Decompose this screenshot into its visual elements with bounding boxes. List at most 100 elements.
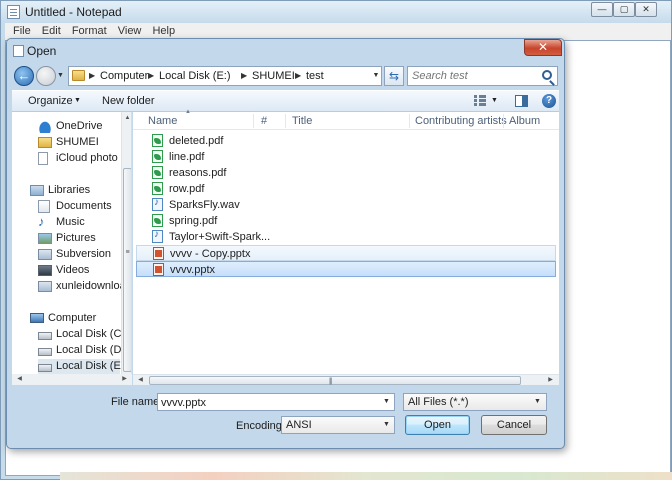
nav-pane-horizontal-scrollbar[interactable]: ◀ ▶ [12, 374, 132, 385]
file-list-horizontal-scrollbar[interactable]: ◀ ||| ▶ [133, 374, 559, 385]
nav-item-local-disk-c[interactable]: Local Disk (C:) [38, 327, 131, 343]
organize-caret-icon[interactable]: ▼ [74, 97, 81, 104]
column-divider[interactable] [503, 114, 504, 128]
sort-ascending-icon: ▲ [185, 109, 191, 115]
breadcrumb-test[interactable]: test [306, 70, 324, 82]
refresh-button[interactable]: ⇆ [384, 66, 404, 86]
documents-icon [38, 200, 50, 213]
file-row[interactable]: line.pdf [136, 149, 556, 165]
nav-item-libraries[interactable]: Libraries [30, 183, 131, 199]
nav-pane-scrollbar[interactable]: ▲ ≡ ▼ [121, 112, 131, 385]
file-row-hovered[interactable]: vvvv - Copy.pptx [136, 245, 556, 261]
file-row-selected[interactable]: vvvv.pptx [136, 261, 556, 277]
nav-item-subversion[interactable]: Subversion [38, 247, 131, 263]
breadcrumb-shumei[interactable]: SHUMEI [252, 70, 295, 82]
notepad-app-icon [7, 5, 20, 19]
file-row[interactable]: spring.pdf [136, 213, 556, 229]
new-folder-button[interactable]: New folder [102, 95, 155, 107]
breadcrumb-computer[interactable]: Computer [100, 70, 148, 82]
file-name: deleted.pdf [169, 135, 224, 147]
scroll-right-icon[interactable]: ▶ [119, 375, 130, 382]
change-view-icon[interactable] [474, 95, 486, 107]
cancel-button[interactable]: Cancel [481, 415, 547, 435]
file-name: vvvv.pptx [170, 264, 216, 276]
navigation-pane: OneDrive SHUMEI iCloud photo Libraries D… [12, 112, 132, 385]
nav-item-local-disk-e[interactable]: Local Disk (E:) [38, 359, 128, 375]
scroll-right-icon[interactable]: ▶ [545, 376, 556, 383]
open-button[interactable]: Open [405, 415, 470, 435]
preview-pane-icon[interactable] [515, 95, 528, 107]
nav-item-computer[interactable]: Computer [30, 311, 131, 327]
minimize-button[interactable]: — [591, 2, 613, 17]
chevron-right-icon[interactable]: ▶ [148, 71, 154, 80]
file-row[interactable]: deleted.pdf [136, 133, 556, 149]
column-title[interactable]: Title [292, 115, 312, 127]
file-row[interactable]: reasons.pdf [136, 165, 556, 181]
column-album[interactable]: Album [509, 115, 540, 127]
notepad-close-button[interactable]: ✕ [635, 2, 657, 17]
file-name-combo[interactable]: ▼ [157, 393, 395, 411]
search-box[interactable] [407, 66, 558, 86]
forward-button[interactable] [36, 66, 56, 86]
nav-pane-scroll-thumb[interactable] [123, 168, 131, 372]
column-name[interactable]: Name [148, 115, 177, 127]
organize-button[interactable]: Organize [28, 95, 73, 107]
column-contributing-artists[interactable]: Contributing artists [415, 115, 507, 127]
cloud-icon [38, 120, 52, 133]
search-icon[interactable] [542, 70, 552, 80]
nav-item-pictures[interactable]: Pictures [38, 231, 131, 247]
file-row[interactable]: row.pdf [136, 181, 556, 197]
notepad-title: Untitled - Notepad [25, 5, 122, 19]
recent-pages-dropdown-icon[interactable]: ▼ [57, 72, 65, 79]
nav-item-onedrive[interactable]: OneDrive [38, 119, 131, 135]
open-dialog: Open ✕ ← ▼ ▶ Computer ▶ Local Disk (E:) … [6, 38, 565, 449]
encoding-select[interactable]: ANSI ▼ [281, 416, 395, 434]
pictures-icon [38, 233, 52, 244]
file-list-scroll-thumb[interactable]: ||| [149, 376, 521, 385]
scroll-grip-icon: ≡ [125, 249, 130, 256]
computer-icon [30, 313, 44, 323]
chevron-right-icon[interactable]: ▶ [89, 71, 95, 80]
nav-item-music[interactable]: ♪ Music [38, 215, 131, 231]
chevron-down-icon[interactable]: ▼ [383, 421, 390, 428]
nav-item-local-disk-d[interactable]: Local Disk (D:) [38, 343, 131, 359]
chevron-right-icon[interactable]: ▶ [241, 71, 247, 80]
scroll-up-icon[interactable]: ▲ [122, 115, 131, 121]
notepad-title-bar[interactable]: Untitled - Notepad — ▢ ✕ [1, 1, 671, 23]
scroll-left-icon[interactable]: ◀ [135, 376, 146, 383]
chevron-down-icon[interactable]: ▼ [534, 398, 541, 405]
maximize-button[interactable]: ▢ [613, 2, 635, 17]
nav-item-icloud-photo[interactable]: iCloud photo [38, 151, 131, 167]
encoding-label: Encoding: [236, 420, 285, 432]
chevron-right-icon[interactable]: ▶ [295, 71, 301, 80]
scroll-left-icon[interactable]: ◀ [14, 375, 25, 382]
chevron-down-icon[interactable]: ▼ [383, 398, 390, 405]
column-divider[interactable] [285, 114, 286, 128]
help-icon[interactable]: ? [542, 94, 556, 108]
column-divider[interactable] [409, 114, 410, 128]
file-list: ▲ Name # Title Contributing artists Albu… [133, 109, 559, 385]
nav-item-shumei[interactable]: SHUMEI [38, 135, 131, 151]
drive-icon [38, 364, 52, 372]
drive-icon [38, 332, 52, 340]
file-row[interactable]: SparksFly.wav [136, 197, 556, 213]
view-options-caret-icon[interactable]: ▼ [491, 97, 498, 104]
nav-item-videos[interactable]: Videos [38, 263, 131, 279]
nav-item-xunleidownload[interactable]: xunleidownload [38, 279, 131, 295]
column-number[interactable]: # [261, 115, 267, 127]
column-divider[interactable] [253, 114, 254, 128]
address-bar[interactable]: ▶ Computer ▶ Local Disk (E:) ▶ SHUMEI ▶ … [68, 66, 382, 86]
address-dropdown-icon[interactable]: ▼ [370, 69, 382, 83]
dialog-close-button[interactable]: ✕ [524, 39, 562, 56]
search-input[interactable] [412, 69, 537, 83]
file-row[interactable]: Taylor+Swift-Spark... [136, 229, 556, 245]
nav-item-documents[interactable]: Documents [38, 199, 131, 215]
back-button[interactable]: ← [14, 66, 34, 86]
file-type-select[interactable]: All Files (*.*) ▼ [403, 393, 547, 411]
file-name-input[interactable] [161, 396, 371, 409]
drive-icon [38, 348, 52, 356]
breadcrumb-local-disk-e[interactable]: Local Disk (E:) [159, 70, 231, 82]
desktop-background-strip [60, 472, 672, 480]
pdf-file-icon [152, 134, 163, 147]
pdf-file-icon [152, 150, 163, 163]
